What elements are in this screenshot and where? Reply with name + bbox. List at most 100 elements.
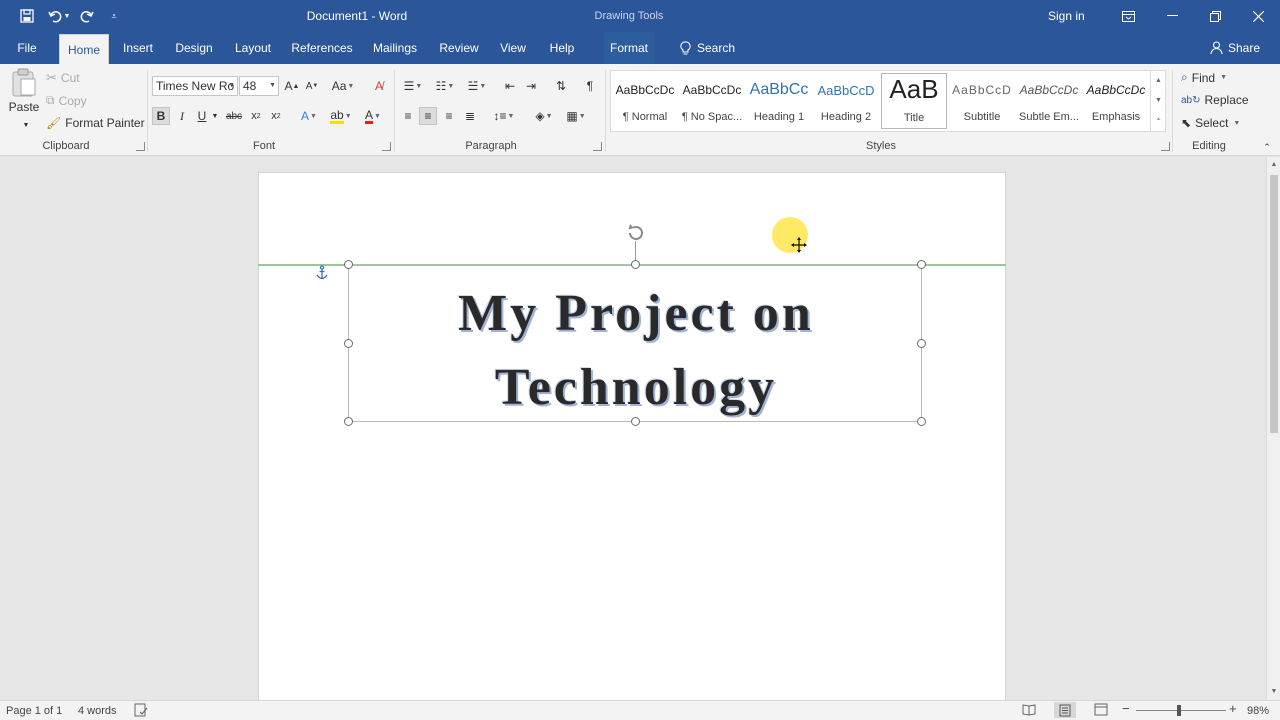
chevron-down-icon[interactable]: ▼	[1151, 90, 1166, 110]
align-right-icon[interactable]: ≡	[440, 107, 458, 125]
tab-home[interactable]: Home	[59, 34, 109, 64]
justify-icon[interactable]: ≣	[461, 107, 479, 125]
italic-button[interactable]: I	[173, 107, 191, 125]
style-normal[interactable]: AaBbCcDc ¶ Normal	[612, 73, 678, 129]
underline-button[interactable]: U	[193, 107, 211, 125]
style-emphasis[interactable]: AaBbCcDc Emphasis	[1083, 73, 1149, 129]
grow-font-icon[interactable]: A ▲	[283, 77, 301, 95]
search-box[interactable]: Search	[680, 32, 735, 64]
read-mode-icon[interactable]	[1022, 703, 1036, 719]
minimize-icon[interactable]	[1150, 0, 1194, 32]
style-heading-1[interactable]: AaBbCc Heading 1	[746, 73, 812, 129]
tab-design[interactable]: Design	[172, 32, 216, 64]
line-spacing-icon[interactable]: ↕≡ ▼	[490, 107, 518, 125]
multilevel-list-icon[interactable]: ☱ ▼	[463, 77, 491, 95]
format-painter-button[interactable]: 🖌 Format Painter	[46, 116, 145, 130]
borders-icon[interactable]: ▦ ▼	[562, 107, 590, 125]
tab-insert[interactable]: Insert	[118, 32, 158, 64]
sign-in-link[interactable]: Sign in	[1048, 9, 1085, 23]
ribbon-display-options-icon[interactable]	[1106, 0, 1150, 32]
word-count[interactable]: 4 words	[78, 705, 117, 717]
vertical-scrollbar[interactable]: ▲ ▼	[1266, 157, 1280, 700]
shrink-font-icon[interactable]: A ▼	[303, 77, 321, 95]
wordart-text-box[interactable]: My Project on Technology	[344, 260, 926, 426]
tab-layout[interactable]: Layout	[231, 32, 275, 64]
wordart-title[interactable]: My Project on Technology	[349, 277, 923, 425]
share-button[interactable]: Share	[1210, 32, 1260, 64]
align-left-icon[interactable]: ≡	[399, 107, 417, 125]
increase-indent-icon[interactable]: ⇥	[522, 77, 540, 95]
tab-help[interactable]: Help	[544, 32, 580, 64]
styles-launcher-icon[interactable]	[1161, 142, 1170, 151]
numbering-icon[interactable]: ☷ ▼	[431, 77, 459, 95]
highlight-color-icon[interactable]: ab ▼	[328, 107, 354, 125]
resize-handle[interactable]	[344, 417, 353, 426]
customize-qat-icon[interactable]: ⩡	[104, 6, 124, 26]
zoom-out-icon[interactable]: −	[1122, 702, 1130, 715]
paragraph-launcher-icon[interactable]	[593, 142, 602, 151]
print-layout-icon[interactable]	[1054, 702, 1076, 718]
underline-dropdown-icon[interactable]: ▼	[210, 107, 220, 125]
resize-handle[interactable]	[344, 260, 353, 269]
resize-handle[interactable]	[344, 339, 353, 348]
clipboard-launcher-icon[interactable]	[136, 142, 145, 151]
web-layout-icon[interactable]	[1094, 703, 1108, 719]
font-family-select[interactable]: Times New Ro ▼	[152, 76, 238, 96]
zoom-slider-thumb[interactable]	[1177, 705, 1181, 716]
bullets-icon[interactable]: ☰ ▼	[399, 77, 427, 95]
tab-view[interactable]: View	[495, 32, 531, 64]
strikethrough-button[interactable]: abc	[225, 107, 243, 125]
superscript-button[interactable]: x2	[267, 107, 285, 125]
zoom-in-icon[interactable]: +	[1229, 702, 1237, 715]
rotate-icon[interactable]	[624, 221, 648, 245]
replace-button[interactable]: ab↻ Replace	[1181, 93, 1249, 107]
paste-button[interactable]: Paste	[9, 68, 39, 114]
scroll-down-icon[interactable]: ▼	[1267, 684, 1280, 698]
paste-dropdown-icon[interactable]: ▼	[17, 116, 35, 134]
font-launcher-icon[interactable]	[382, 142, 391, 151]
subscript-button[interactable]: x2	[247, 107, 265, 125]
copy-button[interactable]: ⧉ Copy	[46, 93, 87, 108]
decrease-indent-icon[interactable]: ⇤	[501, 77, 519, 95]
change-case-icon[interactable]: Aa ▼	[330, 77, 356, 95]
style-heading-2[interactable]: AaBbCcD Heading 2	[813, 73, 879, 129]
chevron-up-icon[interactable]: ▲	[1151, 70, 1166, 90]
tab-references[interactable]: References	[290, 32, 354, 64]
find-button[interactable]: ⌕ Find ▼	[1181, 70, 1227, 85]
tab-review[interactable]: Review	[436, 32, 482, 64]
shading-icon[interactable]: ◈ ▼	[530, 107, 558, 125]
style-subtitle[interactable]: AaBbCcD Subtitle	[949, 73, 1015, 129]
undo-dropdown-icon[interactable]: ▼	[62, 6, 72, 26]
bold-button[interactable]: B	[152, 107, 170, 125]
resize-handle[interactable]	[917, 260, 926, 269]
show-formatting-marks-icon[interactable]: ¶	[581, 77, 599, 95]
style-title[interactable]: AaB Title	[881, 73, 947, 129]
tab-format[interactable]: Format	[604, 32, 654, 64]
restore-icon[interactable]	[1193, 0, 1237, 32]
scroll-thumb[interactable]	[1270, 175, 1278, 433]
sort-icon[interactable]: ⇅	[552, 77, 570, 95]
tab-file[interactable]: File	[8, 32, 46, 64]
save-icon[interactable]	[17, 6, 37, 26]
resize-handle[interactable]	[631, 260, 640, 269]
resize-handle[interactable]	[917, 339, 926, 348]
cut-button[interactable]: ✂ Cut	[46, 70, 80, 86]
page-count[interactable]: Page 1 of 1	[6, 705, 62, 717]
tab-mailings[interactable]: Mailings	[369, 32, 421, 64]
clear-formatting-icon[interactable]: A̸	[370, 77, 388, 95]
style-no-spacing[interactable]: AaBbCcDc ¶ No Spac...	[679, 73, 745, 129]
document-page[interactable]	[258, 172, 1006, 712]
more-styles-icon[interactable]: ⩡	[1151, 110, 1166, 130]
zoom-slider[interactable]	[1136, 710, 1226, 711]
scroll-up-icon[interactable]: ▲	[1267, 157, 1280, 171]
select-button[interactable]: ⬉ Select ▼	[1181, 116, 1240, 130]
font-size-select[interactable]: 48 ▼	[239, 76, 279, 96]
text-effects-icon[interactable]: A ▼	[296, 107, 322, 125]
resize-handle[interactable]	[631, 417, 640, 426]
resize-handle[interactable]	[917, 417, 926, 426]
collapse-ribbon-icon[interactable]: ⌃	[1258, 138, 1276, 156]
zoom-level[interactable]: 98%	[1247, 705, 1269, 717]
redo-icon[interactable]	[77, 6, 97, 26]
align-center-icon[interactable]: ≡	[419, 107, 437, 125]
close-icon[interactable]	[1236, 0, 1280, 32]
